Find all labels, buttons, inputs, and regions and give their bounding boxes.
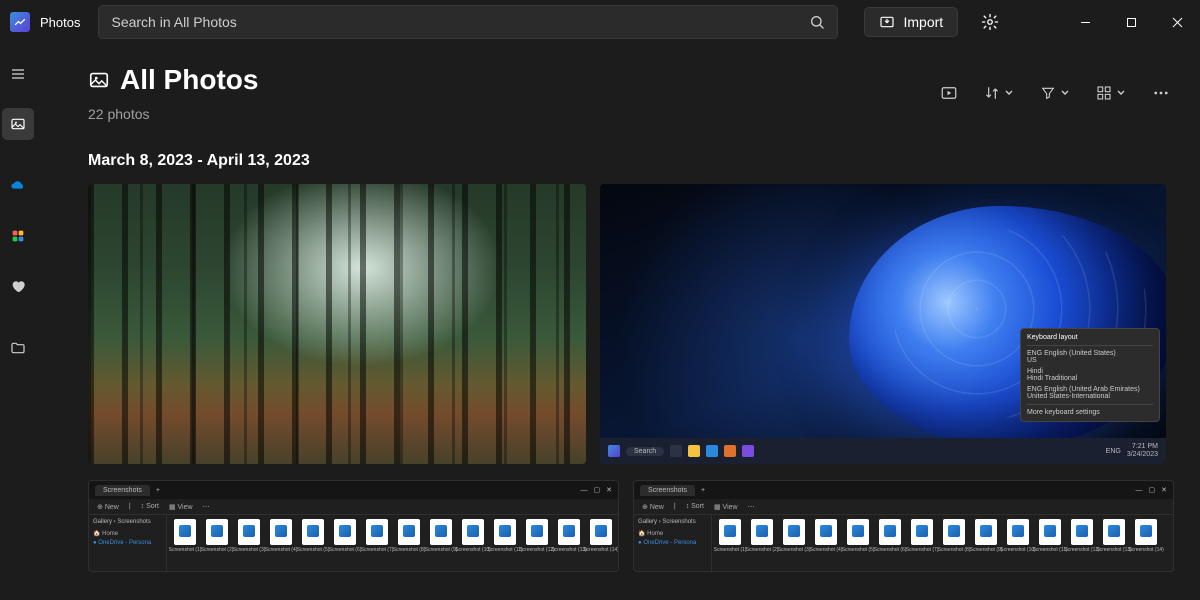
photo-count: 22 photos (88, 106, 258, 122)
settings-button[interactable] (972, 4, 1008, 40)
app-logo (10, 12, 30, 32)
view-toolbar (936, 80, 1174, 106)
import-label: Import (903, 14, 943, 30)
taskbar-in-screenshot: Search ENG 7:21 PM 3/24/2023 (600, 438, 1166, 464)
date-range-header: March 8, 2023 - April 13, 2023 (88, 152, 1174, 170)
main-content: All Photos 22 photos (36, 44, 1200, 600)
import-button[interactable]: Import (864, 7, 958, 37)
sort-button[interactable] (980, 81, 1018, 105)
chevron-down-icon (1116, 88, 1126, 98)
sidebar-folders[interactable] (2, 332, 34, 364)
slideshow-button[interactable] (936, 80, 962, 106)
sidebar-favorites[interactable] (2, 270, 34, 302)
titlebar: Photos Import (0, 0, 1200, 44)
more-button[interactable] (1148, 80, 1174, 106)
filter-button[interactable] (1036, 81, 1074, 105)
sidebar-icloud[interactable] (2, 220, 34, 252)
close-button[interactable] (1154, 6, 1200, 38)
start-icon (608, 445, 620, 457)
search-icon[interactable] (809, 14, 825, 30)
sidebar (0, 44, 36, 600)
search-box[interactable] (98, 5, 838, 39)
search-input[interactable] (111, 14, 809, 30)
photos-icon (88, 69, 110, 91)
sidebar-onedrive[interactable] (2, 170, 34, 202)
chevron-down-icon (1060, 88, 1070, 98)
photo-thumbnail[interactable]: Screenshots+—▢✕ ⊕ New| ↕ Sort ▦ View ⋯ G… (633, 480, 1174, 572)
window-controls (1062, 6, 1200, 38)
photo-thumbnail[interactable]: Screenshots+—▢✕ ⊕ New| ↕ Sort ▦ View ⋯ G… (88, 480, 619, 572)
page-title: All Photos (120, 64, 258, 96)
maximize-button[interactable] (1108, 6, 1154, 38)
photo-thumbnail[interactable]: Keyboard layout ENG English (United Stat… (600, 184, 1166, 464)
sidebar-menu-toggle[interactable] (2, 58, 34, 90)
keyboard-layout-popup: Keyboard layout ENG English (United Stat… (1020, 328, 1160, 422)
photo-thumbnail[interactable] (88, 184, 586, 464)
import-icon (879, 14, 895, 30)
sidebar-all-photos[interactable] (2, 108, 34, 140)
app-name: Photos (40, 15, 80, 30)
minimize-button[interactable] (1062, 6, 1108, 38)
chevron-down-icon (1004, 88, 1014, 98)
layout-button[interactable] (1092, 81, 1130, 105)
photo-grid: Keyboard layout ENG English (United Stat… (88, 184, 1174, 572)
